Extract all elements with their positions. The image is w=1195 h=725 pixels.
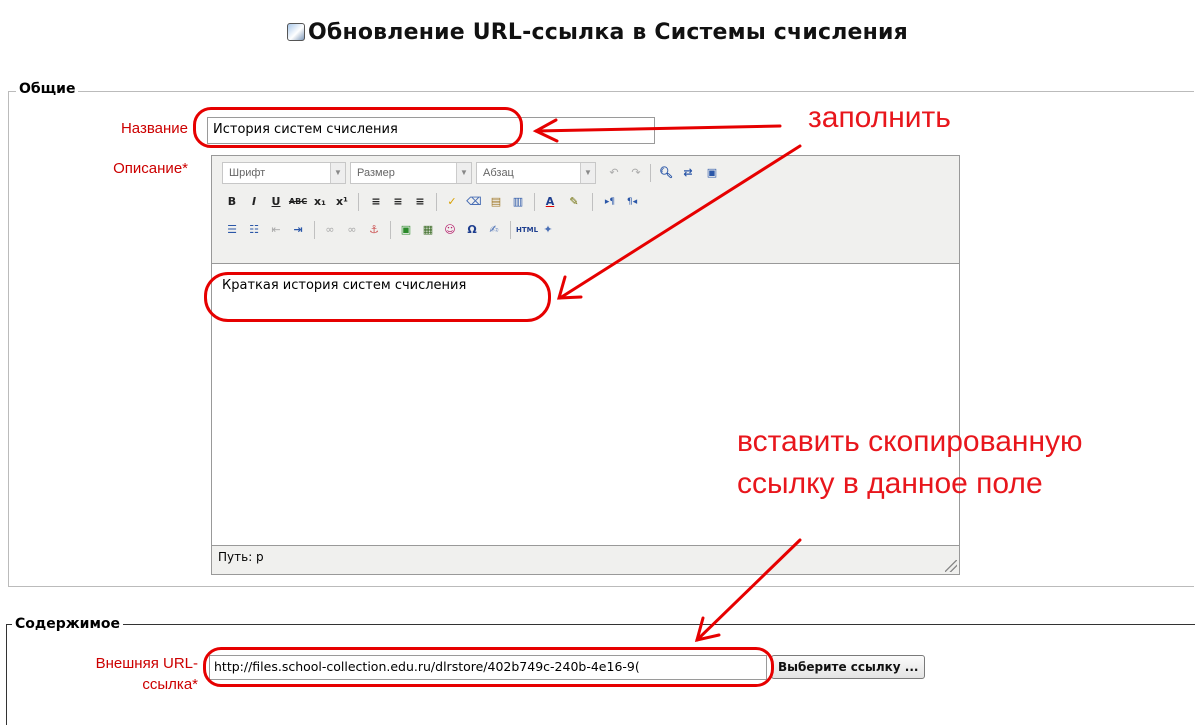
arrow-to-url-field — [695, 538, 802, 642]
annotation-arrows — [532, 118, 802, 643]
arrow-to-name-field — [534, 124, 782, 133]
arrow-to-description — [558, 144, 802, 300]
